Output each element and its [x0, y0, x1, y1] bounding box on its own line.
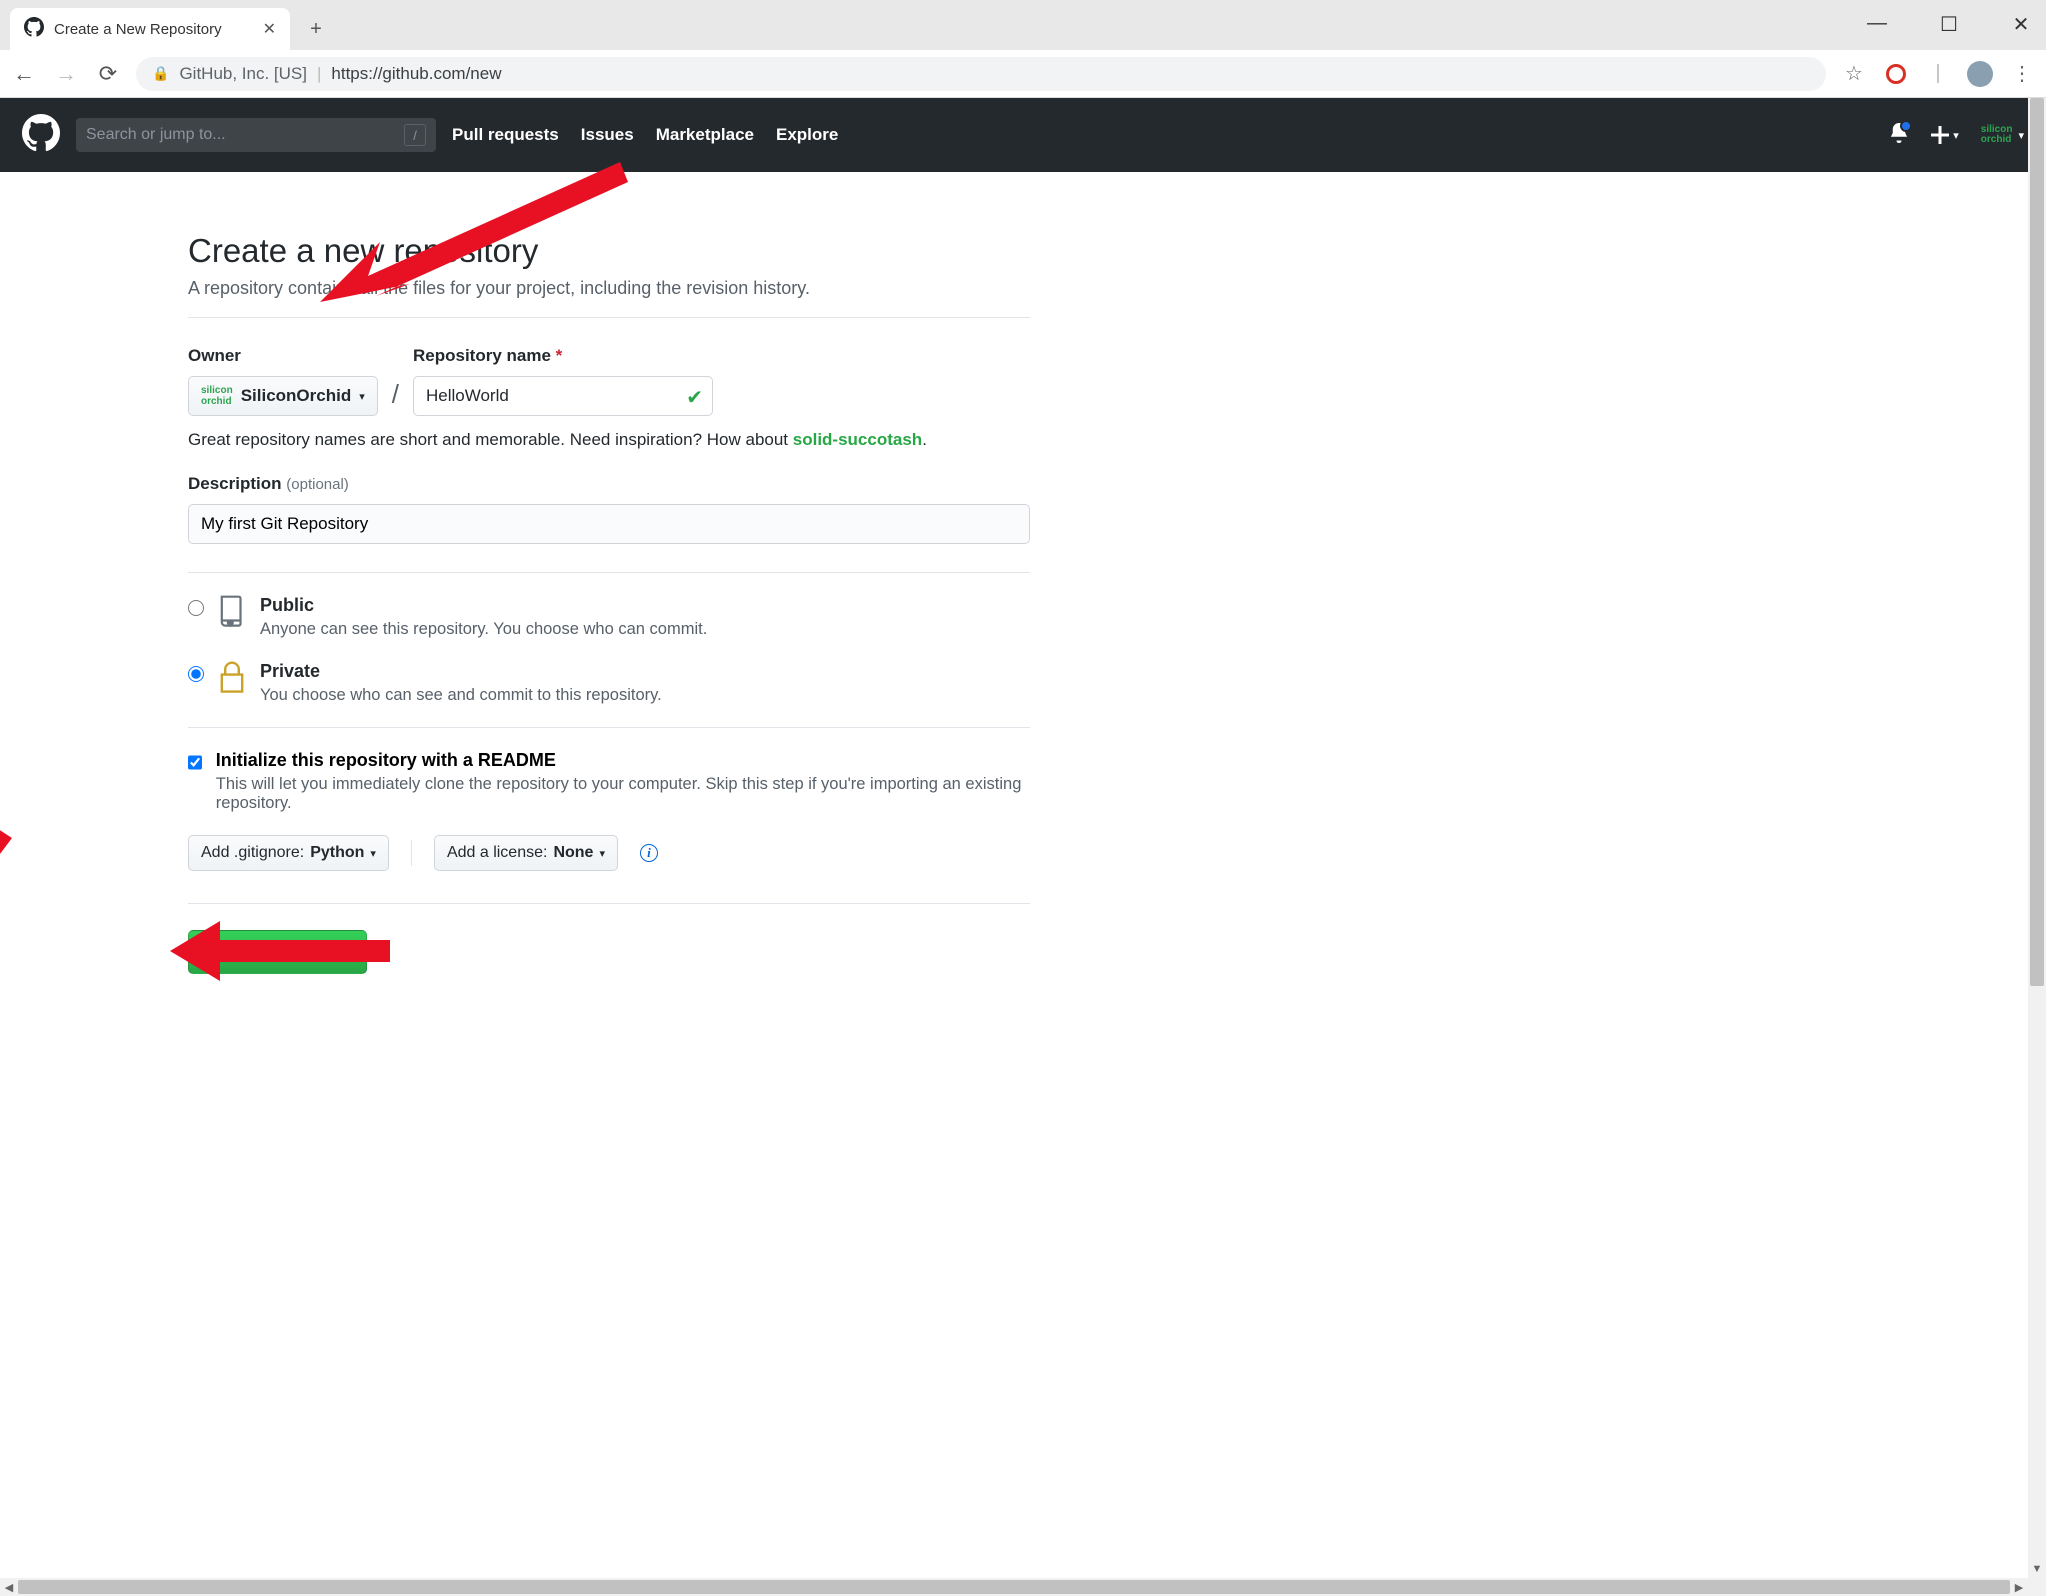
visibility-private-row[interactable]: Private You choose who can see and commi…	[188, 661, 1030, 705]
create-menu[interactable]: ▾	[1931, 126, 1959, 144]
caret-icon: ▾	[599, 847, 605, 860]
browser-chrome: Create a New Repository ✕ + — ☐ ✕ ← → ⟳ …	[0, 0, 2046, 98]
close-window-icon[interactable]: ✕	[2006, 12, 2036, 37]
address-bar[interactable]: 🔒 GitHub, Inc. [US] | https://github.com…	[136, 57, 1826, 91]
horizontal-scrollbar[interactable]: ◀ ▶	[0, 1578, 2028, 1596]
omnibox-url: https://github.com/new	[331, 64, 501, 84]
license-select[interactable]: Add a license: None ▾	[434, 835, 618, 871]
profile-avatar[interactable]	[1966, 60, 1994, 88]
nav-marketplace[interactable]: Marketplace	[656, 125, 754, 145]
nav-issues[interactable]: Issues	[581, 125, 634, 145]
ublock-icon[interactable]	[1882, 60, 1910, 88]
minimize-icon[interactable]: —	[1862, 12, 1892, 37]
browser-toolbar: ← → ⟳ 🔒 GitHub, Inc. [US] | https://gith…	[0, 50, 2046, 98]
tab-title: Create a New Repository	[54, 21, 253, 38]
owner-select[interactable]: silicon orchid SiliconOrchid ▾	[188, 376, 378, 416]
repo-icon	[218, 595, 246, 634]
notifications-icon[interactable]	[1889, 123, 1909, 148]
check-icon: ✔	[686, 385, 703, 410]
notification-dot	[1900, 120, 1912, 132]
star-icon[interactable]: ☆	[1840, 60, 1868, 88]
annotation-arrow	[0, 612, 20, 752]
github-logo[interactable]	[22, 114, 60, 157]
owner-label: Owner	[188, 346, 378, 366]
github-header: / Pull requests Issues Marketplace Explo…	[0, 98, 2046, 172]
caret-icon: ▾	[370, 847, 376, 860]
github-favicon	[24, 17, 44, 42]
caret-icon: ▾	[359, 390, 365, 403]
scroll-left-icon[interactable]: ◀	[0, 1578, 18, 1596]
scroll-thumb[interactable]	[18, 1580, 2010, 1594]
window-controls: — ☐ ✕	[1862, 12, 2036, 37]
tab-strip: Create a New Repository ✕ + — ☐ ✕	[0, 0, 2046, 50]
user-menu[interactable]: silicon orchid ▾	[1981, 125, 2024, 145]
visibility-public-row[interactable]: Public Anyone can see this repository. Y…	[188, 595, 1030, 639]
suggestion-link[interactable]: solid-succotash	[793, 430, 922, 449]
description-input[interactable]	[188, 504, 1030, 544]
owner-value: SiliconOrchid	[241, 386, 352, 406]
lock-icon	[218, 661, 246, 700]
vertical-scrollbar[interactable]: ▲ ▼	[2028, 98, 2046, 1578]
name-hint: Great repository names are short and mem…	[188, 430, 1030, 450]
readme-title: Initialize this repository with a README	[216, 750, 556, 770]
private-text: You choose who can see and commit to thi…	[260, 686, 662, 705]
browser-menu-icon[interactable]: ⋮	[2008, 60, 2036, 88]
github-search[interactable]: /	[76, 118, 436, 152]
scroll-down-icon[interactable]: ▼	[2028, 1560, 2046, 1578]
gitignore-select[interactable]: Add .gitignore: Python ▾	[188, 835, 389, 871]
slash-shortcut-icon: /	[404, 124, 426, 146]
browser-tab[interactable]: Create a New Repository ✕	[10, 8, 290, 50]
lock-icon: 🔒	[152, 65, 169, 82]
search-input[interactable]	[86, 126, 404, 144]
private-title: Private	[260, 661, 320, 681]
page-subhead: A repository contains all the files for …	[188, 278, 1030, 299]
page-main: Create a new repository A repository con…	[0, 172, 2028, 974]
info-icon[interactable]: i	[640, 844, 658, 862]
public-title: Public	[260, 595, 314, 615]
owner-avatar-icon: silicon orchid	[201, 385, 233, 407]
description-label: Description (optional)	[188, 474, 1030, 494]
public-text: Anyone can see this repository. You choo…	[260, 620, 707, 639]
omnibox-org: GitHub, Inc. [US]	[179, 64, 307, 84]
nav-pull-requests[interactable]: Pull requests	[452, 125, 559, 145]
reload-button[interactable]: ⟳	[94, 60, 122, 88]
create-repository-button[interactable]: Create repository	[188, 930, 367, 974]
readme-text: This will let you immediately clone the …	[216, 775, 1030, 813]
forward-button[interactable]: →	[52, 60, 80, 88]
close-tab-icon[interactable]: ✕	[263, 19, 276, 39]
new-tab-button[interactable]: +	[298, 18, 334, 41]
public-radio[interactable]	[188, 600, 204, 616]
nav-explore[interactable]: Explore	[776, 125, 838, 145]
repo-name-label: Repository name *	[413, 346, 713, 366]
readme-checkbox[interactable]	[188, 755, 202, 770]
annotation-arrow	[0, 728, 30, 858]
primary-nav: Pull requests Issues Marketplace Explore	[452, 125, 838, 145]
private-radio[interactable]	[188, 666, 204, 682]
caret-icon: ▾	[2018, 129, 2024, 142]
annotation-arrow	[0, 502, 14, 662]
scroll-thumb[interactable]	[2030, 98, 2044, 986]
scroll-right-icon[interactable]: ▶	[2010, 1578, 2028, 1596]
repo-name-input[interactable]	[413, 376, 713, 416]
readme-row[interactable]: Initialize this repository with a README…	[188, 750, 1030, 813]
maximize-icon[interactable]: ☐	[1934, 12, 1964, 37]
back-button[interactable]: ←	[10, 60, 38, 88]
user-avatar: silicon orchid	[1981, 125, 2013, 145]
page-title: Create a new repository	[188, 232, 1030, 270]
caret-icon: ▾	[1953, 129, 1959, 142]
